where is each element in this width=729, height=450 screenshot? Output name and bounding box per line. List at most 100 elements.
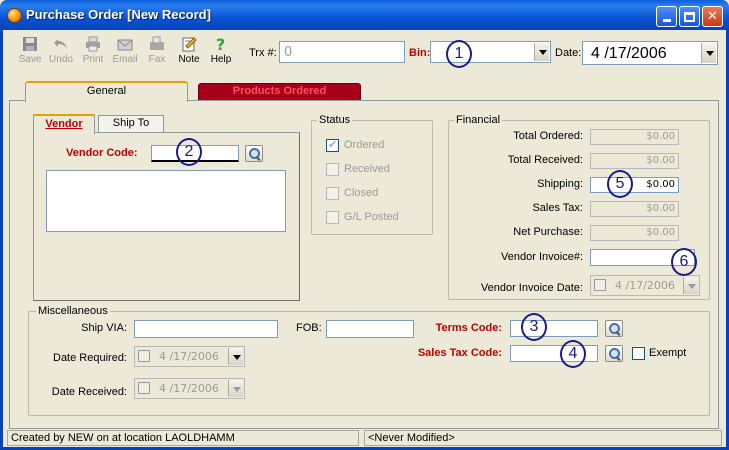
help-button[interactable]: ? Help bbox=[205, 36, 237, 72]
window-title: Purchase Order [New Record] bbox=[26, 7, 211, 22]
sales-tax-label: Sales Tax: bbox=[532, 202, 583, 214]
tab-products-ordered-label: Products Ordered bbox=[232, 85, 327, 97]
net-purchase-label: Net Purchase: bbox=[513, 226, 583, 238]
net-purchase-field[interactable]: $0.00 bbox=[590, 225, 679, 241]
save-label: Save bbox=[18, 54, 42, 65]
fax-label: Fax bbox=[148, 54, 166, 65]
gl-posted-checkbox[interactable] bbox=[326, 211, 339, 224]
close-icon: ✕ bbox=[707, 9, 718, 24]
vendor-address-box[interactable] bbox=[46, 170, 286, 232]
total-received-field[interactable]: $0.00 bbox=[590, 153, 679, 169]
tab-general[interactable]: General bbox=[25, 81, 188, 102]
terms-code-lookup-button[interactable] bbox=[605, 320, 623, 337]
tab-vendor-label: Vendor bbox=[45, 118, 83, 130]
closed-label: Closed bbox=[344, 187, 379, 199]
date-checkbox[interactable] bbox=[594, 279, 606, 291]
bin-label: Bin: bbox=[409, 47, 431, 59]
fob-field[interactable] bbox=[326, 320, 414, 338]
vendor-lookup-button[interactable] bbox=[245, 145, 263, 162]
date-received-value: 4 /17/2006 bbox=[159, 382, 219, 395]
svg-text:?: ? bbox=[216, 36, 225, 52]
shipping-label: Shipping: bbox=[537, 178, 583, 190]
email-button[interactable]: Email bbox=[109, 36, 141, 72]
date-received-label: Date Received: bbox=[51, 386, 127, 398]
date-required-label: Date Required: bbox=[53, 352, 127, 364]
date-received-picker[interactable]: 4 /17/2006 bbox=[134, 378, 245, 399]
ship-via-field[interactable] bbox=[134, 320, 278, 338]
vendor-invoice-date-picker[interactable]: 4 /17/2006 bbox=[590, 275, 700, 296]
annotation-marker-1: 1 bbox=[446, 40, 472, 68]
fax-icon bbox=[150, 36, 164, 50]
fob-label: FOB: bbox=[296, 322, 322, 334]
print-label: Print bbox=[82, 54, 104, 65]
bin-dropdown-button[interactable] bbox=[534, 43, 549, 61]
date-picker[interactable]: 4 /17/2006 bbox=[582, 41, 718, 65]
sales-tax-code-lookup-button[interactable] bbox=[605, 345, 623, 362]
total-ordered-field[interactable]: $0.00 bbox=[590, 129, 679, 145]
financial-group-title: Financial bbox=[454, 114, 503, 126]
maximize-button[interactable] bbox=[679, 6, 700, 27]
date-required-picker[interactable]: 4 /17/2006 bbox=[134, 346, 245, 367]
fax-button[interactable]: Fax bbox=[141, 36, 173, 72]
save-button[interactable]: Save bbox=[14, 36, 46, 72]
date-required-dropdown[interactable] bbox=[228, 348, 243, 365]
print-icon bbox=[86, 36, 100, 52]
trx-label: Trx #: bbox=[249, 47, 277, 59]
exempt-label: Exempt bbox=[649, 347, 687, 359]
tab-products-ordered[interactable]: Products Ordered bbox=[198, 83, 361, 100]
undo-label: Undo bbox=[49, 54, 73, 65]
print-button[interactable]: Print bbox=[77, 36, 109, 72]
date-received-dropdown[interactable] bbox=[228, 380, 243, 397]
note-button[interactable]: Note bbox=[173, 36, 205, 72]
note-label: Note bbox=[178, 54, 200, 65]
trx-number-field[interactable]: 0 bbox=[279, 41, 405, 63]
help-icon: ? bbox=[216, 36, 225, 52]
closed-checkbox[interactable] bbox=[326, 187, 339, 200]
minimize-button[interactable] bbox=[656, 6, 677, 27]
vendor-invoice-label: Vendor Invoice#: bbox=[501, 251, 583, 263]
annotation-marker-4: 4 bbox=[560, 340, 586, 368]
annotation-marker-2: 2 bbox=[176, 138, 202, 166]
annotation-marker-3: 3 bbox=[521, 313, 547, 341]
vendor-invoice-date-label: Vendor Invoice Date: bbox=[480, 282, 583, 294]
undo-icon bbox=[54, 39, 67, 49]
vendor-invoice-date-dropdown[interactable] bbox=[683, 277, 698, 294]
total-ordered-label: Total Ordered: bbox=[513, 130, 583, 142]
checkmark-icon: ✔ bbox=[328, 138, 338, 151]
close-button[interactable]: ✕ bbox=[702, 6, 723, 27]
statusbar-created: Created by NEW on at location LAOLDHAMM bbox=[7, 430, 359, 446]
app-icon bbox=[7, 8, 22, 23]
title-bar[interactable]: Purchase Order [New Record] ✕ bbox=[0, 0, 729, 30]
minimize-icon bbox=[662, 19, 671, 22]
ordered-checkbox[interactable]: ✔ bbox=[326, 138, 339, 152]
exempt-checkbox[interactable] bbox=[632, 347, 645, 360]
vendor-invoice-date-value: 4 /17/2006 bbox=[615, 279, 675, 292]
annotation-marker-6: 6 bbox=[671, 248, 697, 276]
date-required-checkbox[interactable] bbox=[138, 350, 150, 362]
date-value: 4 /17/2006 bbox=[591, 45, 667, 62]
tab-ship-to-label: Ship To bbox=[112, 117, 150, 129]
date-dropdown-button[interactable] bbox=[701, 43, 716, 63]
statusbar-modified: <Never Modified> bbox=[364, 430, 722, 446]
terms-code-label: Terms Code: bbox=[435, 322, 502, 334]
maximize-icon bbox=[684, 12, 695, 22]
sales-tax-field[interactable]: $0.00 bbox=[590, 201, 679, 217]
tab-ship-to[interactable]: Ship To bbox=[98, 115, 164, 132]
sales-tax-code-label: Sales Tax Code: bbox=[417, 347, 502, 359]
shipping-field[interactable]: $0.00 bbox=[590, 177, 679, 193]
tab-vendor[interactable]: Vendor bbox=[33, 114, 95, 134]
gl-posted-label: G/L Posted bbox=[344, 211, 399, 223]
status-group-title: Status bbox=[317, 114, 353, 126]
date-required-value: 4 /17/2006 bbox=[159, 350, 219, 363]
ordered-label: Ordered bbox=[344, 139, 385, 151]
save-icon bbox=[23, 37, 37, 51]
vendor-code-label: Vendor Code: bbox=[66, 147, 138, 159]
email-label: Email bbox=[112, 54, 138, 65]
total-received-label: Total Received: bbox=[507, 154, 583, 166]
undo-button[interactable]: Undo bbox=[45, 36, 77, 72]
date-received-checkbox[interactable] bbox=[138, 382, 150, 394]
tab-general-label: General bbox=[86, 85, 127, 97]
annotation-marker-5: 5 bbox=[607, 170, 633, 198]
email-icon bbox=[117, 39, 133, 51]
received-checkbox[interactable] bbox=[326, 163, 339, 176]
